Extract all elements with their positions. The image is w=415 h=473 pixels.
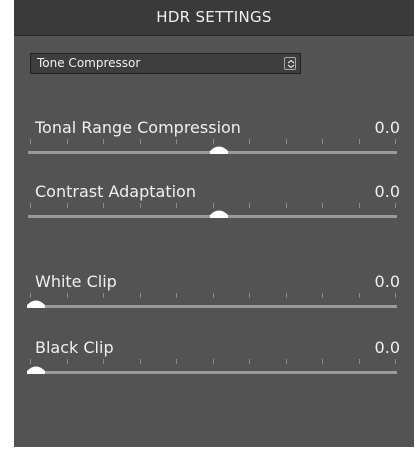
- slider-track[interactable]: [28, 305, 397, 308]
- slider-tick: [66, 203, 68, 208]
- slider-tick: [249, 293, 250, 298]
- slider-tick: [322, 359, 323, 364]
- slider-tonal-range-compression[interactable]: Tonal Range Compression 0.0: [14, 118, 414, 178]
- slider-thumb[interactable]: [209, 207, 229, 219]
- slider-tick: [249, 203, 250, 208]
- slider-tick: [30, 203, 31, 208]
- slider-tick: [66, 139, 68, 144]
- slider-tick: [139, 359, 141, 364]
- slider-tick: [322, 203, 323, 208]
- slider-tick: [66, 293, 68, 298]
- slider-track[interactable]: [28, 371, 397, 374]
- up-down-chevron-icon: [284, 57, 296, 70]
- slider-tick: [176, 139, 177, 144]
- slider-tick: [249, 139, 250, 144]
- slider-tick: [358, 203, 360, 208]
- slider-tick: [395, 203, 396, 208]
- slider-tick: [176, 203, 177, 208]
- slider-tick: [212, 293, 214, 298]
- slider-tick: [285, 203, 287, 208]
- slider-tick: [322, 293, 323, 298]
- slider-tick: [103, 293, 104, 298]
- slider-contrast-adaptation[interactable]: Contrast Adaptation 0.0: [14, 182, 414, 242]
- hdr-settings-panel: HDR SETTINGS Tone Compressor Tonal Range…: [14, 0, 414, 447]
- slider-tick: [103, 359, 104, 364]
- slider-thumb[interactable]: [26, 363, 46, 375]
- slider-tick: [66, 359, 68, 364]
- slider-tick: [395, 293, 396, 298]
- panel-title: HDR SETTINGS: [14, 0, 414, 36]
- slider-ticks: [14, 293, 414, 303]
- slider-tick: [139, 139, 141, 144]
- slider-tick: [139, 293, 141, 298]
- slider-tick: [176, 293, 177, 298]
- slider-tick: [139, 203, 141, 208]
- slider-label: White Clip: [35, 272, 117, 291]
- slider-tick: [176, 359, 177, 364]
- slider-tick: [395, 359, 396, 364]
- slider-tick: [395, 139, 396, 144]
- mode-select-value: Tone Compressor: [37, 56, 141, 70]
- slider-thumb[interactable]: [209, 143, 229, 155]
- slider-tick: [358, 359, 360, 364]
- slider-value: 0.0: [374, 118, 400, 137]
- slider-tick: [212, 359, 214, 364]
- slider-white-clip[interactable]: White Clip 0.0: [14, 272, 414, 332]
- slider-label: Contrast Adaptation: [35, 182, 196, 201]
- slider-ticks: [14, 359, 414, 369]
- slider-tick: [358, 293, 360, 298]
- slider-black-clip[interactable]: Black Clip 0.0: [14, 338, 414, 398]
- slider-tick: [30, 139, 31, 144]
- slider-thumb[interactable]: [26, 297, 46, 309]
- slider-tick: [285, 359, 287, 364]
- slider-tick: [103, 203, 104, 208]
- slider-tick: [358, 139, 360, 144]
- slider-tick: [322, 139, 323, 144]
- slider-label: Tonal Range Compression: [35, 118, 241, 137]
- slider-tick: [249, 359, 250, 364]
- slider-label: Black Clip: [35, 338, 114, 357]
- slider-value: 0.0: [374, 182, 400, 201]
- slider-tick: [285, 293, 287, 298]
- slider-value: 0.0: [374, 272, 400, 291]
- slider-tick: [103, 139, 104, 144]
- slider-tick: [285, 139, 287, 144]
- slider-value: 0.0: [374, 338, 400, 357]
- mode-select[interactable]: Tone Compressor: [30, 53, 301, 74]
